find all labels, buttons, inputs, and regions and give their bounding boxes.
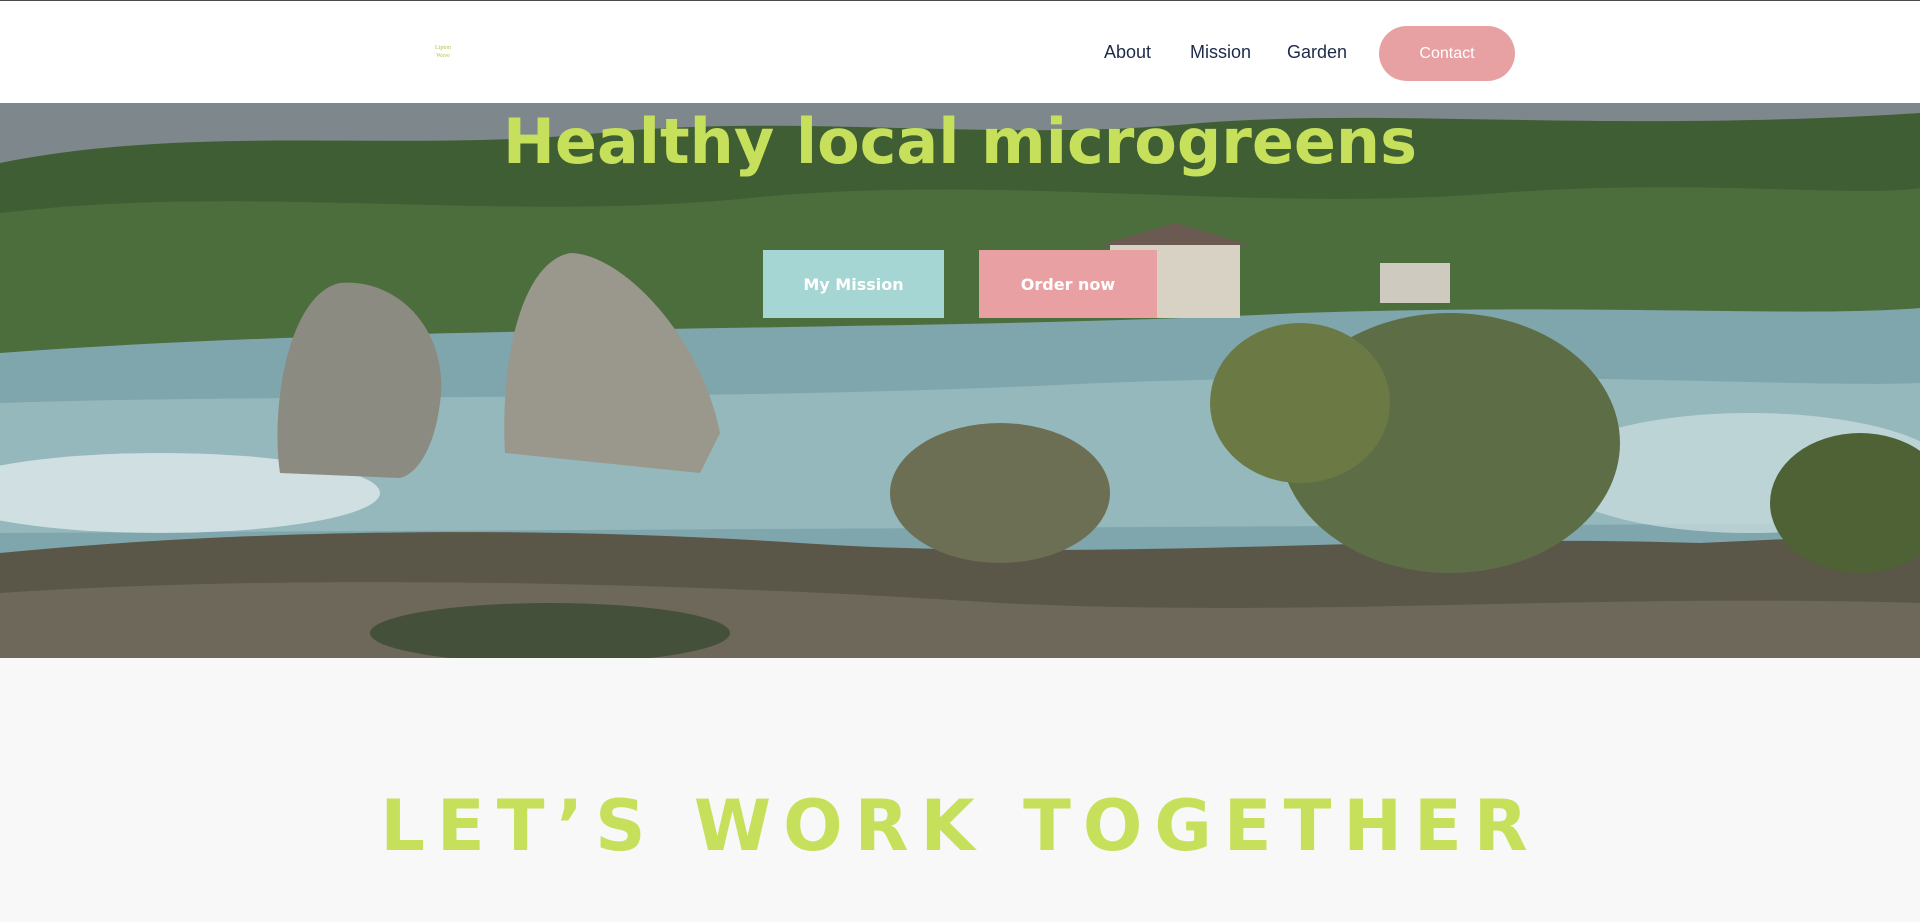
main-nav: About Mission Garden: [0, 39, 1920, 65]
work-together-heading: LET’S WORK TOGETHER: [380, 785, 1540, 867]
hero-section: Healthy local microgreens My Mission Ord…: [0, 103, 1920, 658]
page: Lipton Wave About Mission Garden Contact: [0, 0, 1920, 922]
contact-button[interactable]: Contact: [1379, 26, 1515, 81]
hero-background-image: [0, 103, 1920, 658]
my-mission-button[interactable]: My Mission: [763, 250, 944, 318]
site-header: Lipton Wave About Mission Garden Contact: [0, 0, 1920, 103]
order-now-button[interactable]: Order now: [979, 250, 1157, 318]
hero-title: Healthy local microgreens: [503, 105, 1417, 178]
nav-link-garden[interactable]: Garden: [1287, 39, 1347, 65]
nav-link-mission[interactable]: Mission: [1190, 39, 1251, 65]
work-together-section: LET’S WORK TOGETHER: [0, 658, 1920, 922]
nav-link-about[interactable]: About: [1104, 39, 1151, 65]
